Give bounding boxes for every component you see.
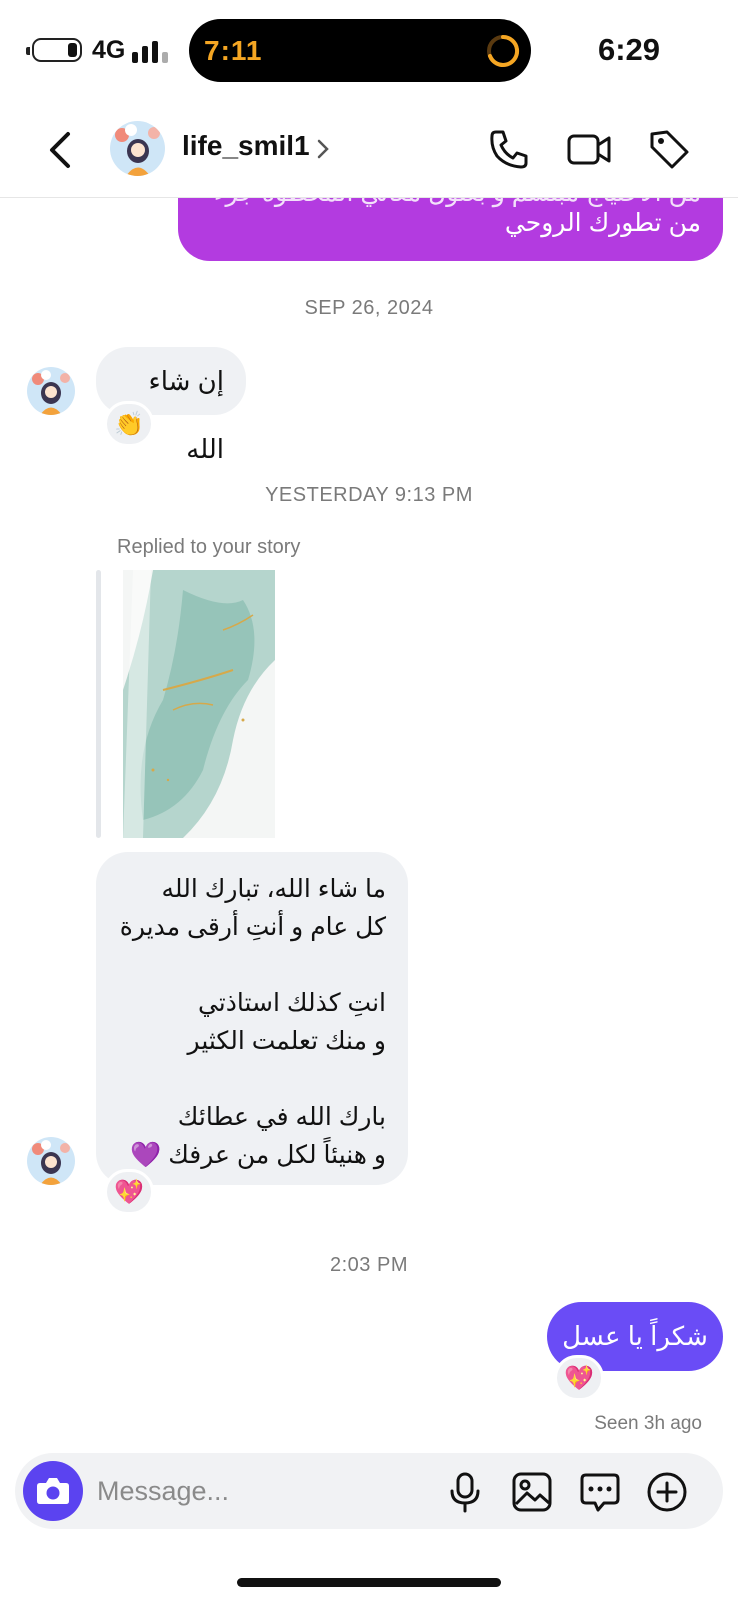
message-text-line (118, 946, 386, 984)
video-icon[interactable] (566, 126, 612, 172)
gallery-icon[interactable] (510, 1470, 554, 1514)
reaction-badge[interactable]: 👏 (104, 401, 154, 447)
timer-ring-icon (487, 34, 520, 67)
avatar[interactable] (27, 367, 75, 415)
island-timer-text: 7:11 (204, 35, 263, 66)
back-icon[interactable] (44, 128, 78, 172)
message-text-line: ما شاء الله، تبارك الله (161, 875, 386, 903)
camera-icon (37, 1478, 69, 1504)
message-text-line: بارك الله في عطائك (177, 1103, 386, 1131)
date-separator: 2:03 PM (330, 1254, 408, 1276)
message-composer (15, 1453, 723, 1529)
reaction-badge[interactable]: 💖 (554, 1355, 604, 1401)
chat-username[interactable]: life_smil1 (182, 130, 310, 162)
chat-header: life_smil1 (0, 100, 738, 198)
message-text-line: و هنيئاً لكل من عرفك 💜 (130, 1141, 386, 1169)
message-text-line: من تطورك الروحي (504, 209, 701, 237)
message-text-line (118, 1060, 386, 1098)
avatar[interactable] (110, 121, 165, 176)
seen-status: Seen 3h ago (594, 1413, 702, 1434)
date-separator: YESTERDAY 9:13 PM (265, 484, 473, 506)
message-input[interactable] (97, 1469, 427, 1513)
date-separator: SEP 26, 2024 (304, 297, 434, 319)
sticker-icon[interactable] (578, 1470, 622, 1514)
signal-icon (132, 37, 172, 63)
reaction-badge[interactable]: 💖 (104, 1169, 154, 1215)
dynamic-island[interactable]: 7:11 (189, 19, 531, 82)
network-type: 4G (92, 36, 126, 64)
avatar[interactable] (27, 1137, 75, 1185)
chevron-right-icon[interactable] (315, 138, 331, 160)
plus-icon[interactable] (645, 1470, 689, 1514)
story-reply-label: Replied to your story (117, 536, 301, 558)
reply-indicator-bar (96, 570, 101, 838)
message-text-line: كل عام و أنتِ أرقى مديرة (119, 913, 386, 941)
story-thumbnail[interactable] (123, 570, 275, 838)
mic-icon[interactable] (443, 1470, 487, 1514)
incoming-message[interactable]: ما شاء الله، تبارك الله كل عام و أنتِ أر… (96, 852, 408, 1185)
status-clock: 6:29 (597, 32, 660, 67)
battery-icon (26, 38, 82, 62)
status-bar: 4G 7:11 6:29 (0, 0, 738, 100)
message-text-line: انتِ كذلك استاذتي (197, 989, 386, 1017)
camera-button[interactable] (23, 1461, 83, 1521)
message-text-line: و منك تعلمت الكثير (187, 1027, 386, 1055)
tag-icon[interactable] (646, 126, 692, 172)
phone-icon[interactable] (486, 126, 532, 172)
home-indicator[interactable] (237, 1578, 501, 1587)
message-text: إن شاء الله (148, 366, 224, 464)
